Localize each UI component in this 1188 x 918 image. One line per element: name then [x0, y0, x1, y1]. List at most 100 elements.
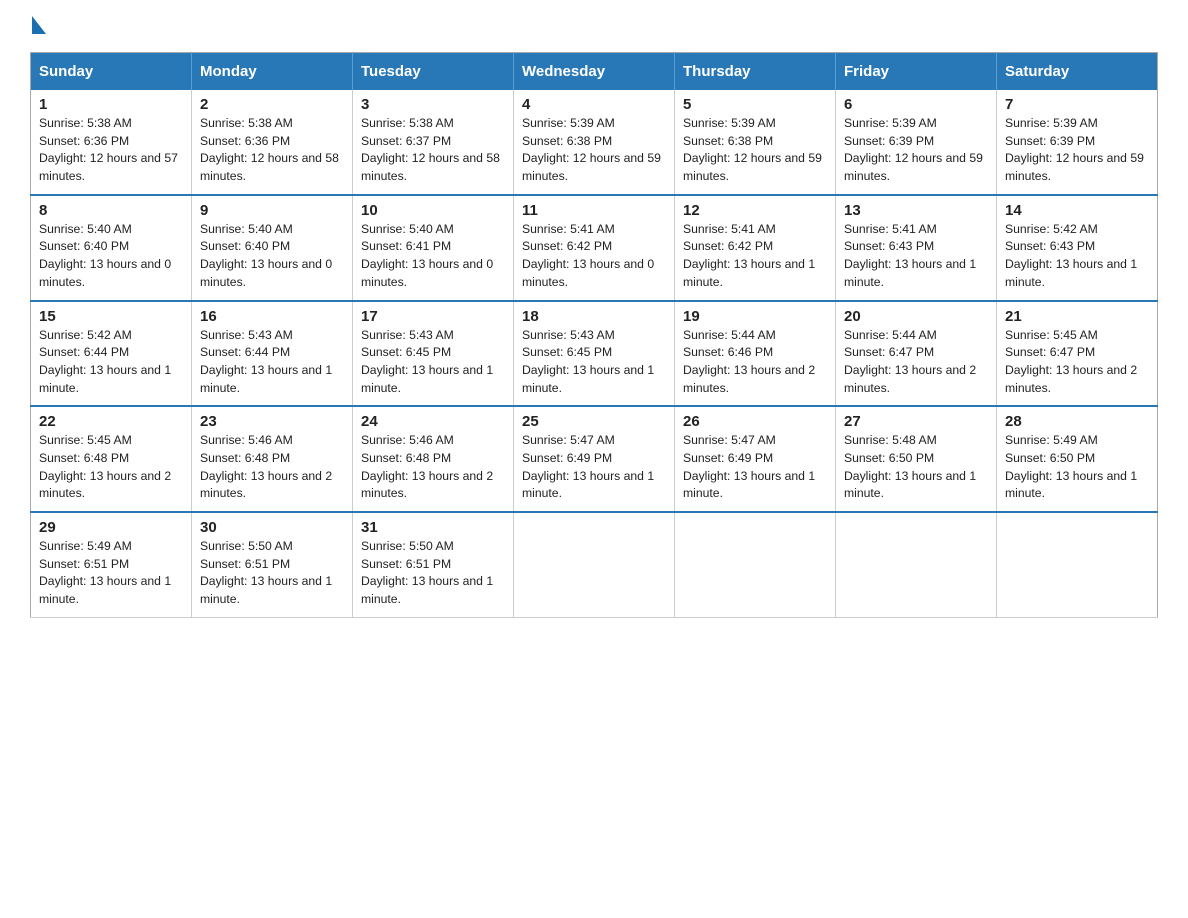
day-info: Sunrise: 5:48 AMSunset: 6:50 PMDaylight:… — [844, 433, 976, 500]
calendar-cell: 1 Sunrise: 5:38 AMSunset: 6:36 PMDayligh… — [31, 90, 192, 195]
calendar-cell: 8 Sunrise: 5:40 AMSunset: 6:40 PMDayligh… — [31, 195, 192, 301]
day-number: 23 — [200, 413, 344, 430]
calendar-cell: 5 Sunrise: 5:39 AMSunset: 6:38 PMDayligh… — [675, 90, 836, 195]
day-info: Sunrise: 5:46 AMSunset: 6:48 PMDaylight:… — [361, 433, 493, 500]
day-number: 26 — [683, 413, 827, 430]
day-info: Sunrise: 5:41 AMSunset: 6:43 PMDaylight:… — [844, 222, 976, 289]
calendar-cell: 16 Sunrise: 5:43 AMSunset: 6:44 PMDaylig… — [192, 301, 353, 407]
day-number: 27 — [844, 413, 988, 430]
week-row-3: 15 Sunrise: 5:42 AMSunset: 6:44 PMDaylig… — [31, 301, 1158, 407]
day-number: 4 — [522, 96, 666, 113]
calendar-cell: 6 Sunrise: 5:39 AMSunset: 6:39 PMDayligh… — [836, 90, 997, 195]
day-number: 22 — [39, 413, 183, 430]
day-number: 24 — [361, 413, 505, 430]
day-info: Sunrise: 5:42 AMSunset: 6:43 PMDaylight:… — [1005, 222, 1137, 289]
day-number: 7 — [1005, 96, 1149, 113]
day-number: 1 — [39, 96, 183, 113]
day-number: 10 — [361, 202, 505, 219]
header-sunday: Sunday — [31, 53, 192, 91]
calendar-cell: 23 Sunrise: 5:46 AMSunset: 6:48 PMDaylig… — [192, 406, 353, 512]
day-info: Sunrise: 5:44 AMSunset: 6:46 PMDaylight:… — [683, 328, 815, 395]
logo — [30, 20, 46, 34]
day-number: 21 — [1005, 308, 1149, 325]
day-info: Sunrise: 5:38 AMSunset: 6:36 PMDaylight:… — [200, 116, 339, 183]
day-number: 5 — [683, 96, 827, 113]
day-info: Sunrise: 5:49 AMSunset: 6:50 PMDaylight:… — [1005, 433, 1137, 500]
day-number: 31 — [361, 519, 505, 536]
calendar-cell: 13 Sunrise: 5:41 AMSunset: 6:43 PMDaylig… — [836, 195, 997, 301]
calendar-cell: 19 Sunrise: 5:44 AMSunset: 6:46 PMDaylig… — [675, 301, 836, 407]
calendar-cell — [675, 512, 836, 617]
calendar-cell: 17 Sunrise: 5:43 AMSunset: 6:45 PMDaylig… — [353, 301, 514, 407]
day-info: Sunrise: 5:38 AMSunset: 6:36 PMDaylight:… — [39, 116, 178, 183]
day-info: Sunrise: 5:47 AMSunset: 6:49 PMDaylight:… — [522, 433, 654, 500]
day-number: 20 — [844, 308, 988, 325]
day-info: Sunrise: 5:43 AMSunset: 6:45 PMDaylight:… — [522, 328, 654, 395]
calendar-cell: 18 Sunrise: 5:43 AMSunset: 6:45 PMDaylig… — [514, 301, 675, 407]
day-number: 13 — [844, 202, 988, 219]
day-number: 14 — [1005, 202, 1149, 219]
logo-triangle-icon — [32, 16, 46, 34]
day-info: Sunrise: 5:49 AMSunset: 6:51 PMDaylight:… — [39, 539, 171, 606]
day-info: Sunrise: 5:42 AMSunset: 6:44 PMDaylight:… — [39, 328, 171, 395]
day-info: Sunrise: 5:46 AMSunset: 6:48 PMDaylight:… — [200, 433, 332, 500]
calendar-cell: 11 Sunrise: 5:41 AMSunset: 6:42 PMDaylig… — [514, 195, 675, 301]
day-info: Sunrise: 5:43 AMSunset: 6:44 PMDaylight:… — [200, 328, 332, 395]
day-number: 29 — [39, 519, 183, 536]
week-row-5: 29 Sunrise: 5:49 AMSunset: 6:51 PMDaylig… — [31, 512, 1158, 617]
day-info: Sunrise: 5:50 AMSunset: 6:51 PMDaylight:… — [200, 539, 332, 606]
day-number: 19 — [683, 308, 827, 325]
header-saturday: Saturday — [997, 53, 1158, 91]
day-info: Sunrise: 5:40 AMSunset: 6:41 PMDaylight:… — [361, 222, 493, 289]
day-number: 30 — [200, 519, 344, 536]
header-tuesday: Tuesday — [353, 53, 514, 91]
calendar-cell — [514, 512, 675, 617]
day-number: 9 — [200, 202, 344, 219]
calendar-cell: 27 Sunrise: 5:48 AMSunset: 6:50 PMDaylig… — [836, 406, 997, 512]
day-info: Sunrise: 5:39 AMSunset: 6:38 PMDaylight:… — [683, 116, 822, 183]
calendar-cell: 31 Sunrise: 5:50 AMSunset: 6:51 PMDaylig… — [353, 512, 514, 617]
day-info: Sunrise: 5:41 AMSunset: 6:42 PMDaylight:… — [522, 222, 654, 289]
calendar-cell: 7 Sunrise: 5:39 AMSunset: 6:39 PMDayligh… — [997, 90, 1158, 195]
calendar-cell: 29 Sunrise: 5:49 AMSunset: 6:51 PMDaylig… — [31, 512, 192, 617]
day-number: 25 — [522, 413, 666, 430]
day-info: Sunrise: 5:44 AMSunset: 6:47 PMDaylight:… — [844, 328, 976, 395]
day-number: 17 — [361, 308, 505, 325]
day-number: 6 — [844, 96, 988, 113]
header-monday: Monday — [192, 53, 353, 91]
calendar-cell: 4 Sunrise: 5:39 AMSunset: 6:38 PMDayligh… — [514, 90, 675, 195]
day-info: Sunrise: 5:50 AMSunset: 6:51 PMDaylight:… — [361, 539, 493, 606]
calendar-cell: 20 Sunrise: 5:44 AMSunset: 6:47 PMDaylig… — [836, 301, 997, 407]
calendar-cell: 30 Sunrise: 5:50 AMSunset: 6:51 PMDaylig… — [192, 512, 353, 617]
calendar-cell: 15 Sunrise: 5:42 AMSunset: 6:44 PMDaylig… — [31, 301, 192, 407]
day-number: 3 — [361, 96, 505, 113]
day-number: 2 — [200, 96, 344, 113]
header-thursday: Thursday — [675, 53, 836, 91]
page-header — [30, 20, 1158, 34]
week-row-1: 1 Sunrise: 5:38 AMSunset: 6:36 PMDayligh… — [31, 90, 1158, 195]
calendar-cell: 14 Sunrise: 5:42 AMSunset: 6:43 PMDaylig… — [997, 195, 1158, 301]
calendar-header-row: SundayMondayTuesdayWednesdayThursdayFrid… — [31, 53, 1158, 91]
week-row-4: 22 Sunrise: 5:45 AMSunset: 6:48 PMDaylig… — [31, 406, 1158, 512]
day-info: Sunrise: 5:40 AMSunset: 6:40 PMDaylight:… — [39, 222, 171, 289]
day-info: Sunrise: 5:39 AMSunset: 6:39 PMDaylight:… — [844, 116, 983, 183]
day-info: Sunrise: 5:39 AMSunset: 6:38 PMDaylight:… — [522, 116, 661, 183]
calendar-cell: 21 Sunrise: 5:45 AMSunset: 6:47 PMDaylig… — [997, 301, 1158, 407]
day-info: Sunrise: 5:38 AMSunset: 6:37 PMDaylight:… — [361, 116, 500, 183]
header-friday: Friday — [836, 53, 997, 91]
day-number: 11 — [522, 202, 666, 219]
calendar-cell: 22 Sunrise: 5:45 AMSunset: 6:48 PMDaylig… — [31, 406, 192, 512]
day-info: Sunrise: 5:45 AMSunset: 6:48 PMDaylight:… — [39, 433, 171, 500]
calendar-cell: 26 Sunrise: 5:47 AMSunset: 6:49 PMDaylig… — [675, 406, 836, 512]
calendar-cell: 28 Sunrise: 5:49 AMSunset: 6:50 PMDaylig… — [997, 406, 1158, 512]
day-number: 16 — [200, 308, 344, 325]
day-number: 18 — [522, 308, 666, 325]
day-info: Sunrise: 5:40 AMSunset: 6:40 PMDaylight:… — [200, 222, 332, 289]
day-info: Sunrise: 5:41 AMSunset: 6:42 PMDaylight:… — [683, 222, 815, 289]
day-number: 8 — [39, 202, 183, 219]
day-info: Sunrise: 5:43 AMSunset: 6:45 PMDaylight:… — [361, 328, 493, 395]
day-number: 28 — [1005, 413, 1149, 430]
calendar-cell: 24 Sunrise: 5:46 AMSunset: 6:48 PMDaylig… — [353, 406, 514, 512]
day-number: 12 — [683, 202, 827, 219]
calendar-table: SundayMondayTuesdayWednesdayThursdayFrid… — [30, 52, 1158, 618]
